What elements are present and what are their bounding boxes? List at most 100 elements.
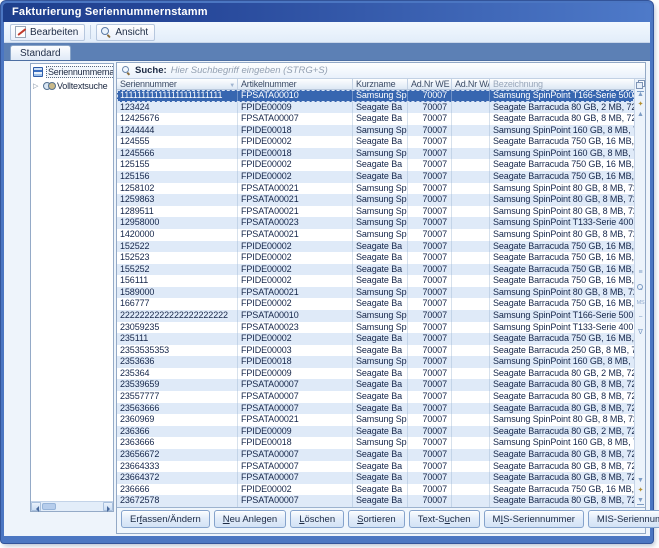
table-row[interactable]: 12958000FPSATA00023Samsung Sp70007Samsun…	[117, 217, 634, 229]
scroll-down-icon[interactable]: ▼	[635, 477, 646, 485]
column-header-bezeichnung[interactable]: Bezeichnung	[490, 79, 634, 89]
sortieren-button[interactable]: Sortieren	[348, 510, 405, 528]
table-cell: Seagate Ba	[353, 333, 408, 345]
list-icon[interactable]: ≡	[635, 269, 646, 277]
table-row[interactable]: 2222222222222222222222FPSATA00010Samsung…	[117, 310, 634, 322]
table-row[interactable]: 23664372FPSATA00007Seagate Ba70007Seagat…	[117, 472, 634, 484]
table-row[interactable]: 111111111111111111111111FPSATA00010Samsu…	[117, 90, 634, 102]
table-row[interactable]: 2353535353FPIDE00003Seagate Ba70007Seaga…	[117, 345, 634, 357]
text-suchen-button[interactable]: Text-Suchen	[409, 510, 480, 528]
neu-anlegen-button[interactable]: Neu Anlegen	[214, 510, 286, 528]
table-row[interactable]: 1258102FPSATA00021Samsung Sp70007Samsung…	[117, 183, 634, 195]
ansicht-menu-button[interactable]: Ansicht	[96, 24, 155, 41]
table-cell: FPIDE00002	[238, 333, 353, 345]
erfassen-aendern-button[interactable]: Erfassen/Ändern	[121, 510, 210, 528]
button-label-part: chen	[450, 514, 471, 525]
table-cell: Seagate Ba	[353, 275, 408, 287]
table-cell: FPSATA00010	[238, 310, 353, 322]
column-header-kurzname[interactable]: Kurzname	[353, 79, 408, 89]
column-header-adnr-we[interactable]: Ad.Nr WE	[408, 79, 452, 89]
table-cell: 70007	[408, 461, 452, 473]
table-row[interactable]: 124555FPIDE00002Seagate Ba70007Seagate B…	[117, 136, 634, 148]
table-row[interactable]: 155252FPIDE00002Seagate Ba70007Seagate B…	[117, 264, 634, 276]
navigation-tree-panel: Seriennummernauswahl ▷ Volltextsuche	[30, 63, 114, 512]
table-cell: 124555	[117, 136, 238, 148]
loeschen-button[interactable]: Löschen	[290, 510, 344, 528]
table-row[interactable]: 1589000FPSATA00021Samsung Sp70007Samsung…	[117, 287, 634, 299]
table-row[interactable]: 2360969FPSATA00021Samsung Sp70007Samsung…	[117, 414, 634, 426]
table-row[interactable]: 2363666FPIDE00018Samsung Sp70007Samsung …	[117, 437, 634, 449]
table-row[interactable]: 2353636FPIDE00018Samsung Sp70007Samsung …	[117, 356, 634, 368]
table-cell: 12958000	[117, 217, 238, 229]
table-cell: Seagate Ba	[353, 449, 408, 461]
table-row[interactable]: 23059235FPSATA00023Samsung Sp70007Samsun…	[117, 322, 634, 334]
table-row[interactable]: 1259863FPSATA00021Samsung Sp70007Samsung…	[117, 194, 634, 206]
mis-seriennummer-button[interactable]: MIS-Seriennummer	[484, 510, 584, 528]
table-row[interactable]: 166777FPIDE00002Seagate Ba70007Seagate B…	[117, 298, 634, 310]
table-row[interactable]: 1289511FPSATA00021Samsung Sp70007Samsung…	[117, 206, 634, 218]
table-row[interactable]: 1245566FPIDE00018Samsung Sp70007Samsung …	[117, 148, 634, 160]
table-row[interactable]: 23539659FPSATA00007Seagate Ba70007Seagat…	[117, 379, 634, 391]
expander-icon[interactable]: ▷	[33, 82, 40, 90]
table-cell: Seagate Barracuda 80 GB, 8 MB, 7200, NC	[490, 113, 634, 125]
table-row[interactable]: 23656672FPSATA00007Seagate Ba70007Seagat…	[117, 449, 634, 461]
ms-icon[interactable]: MS	[635, 299, 646, 307]
table-row[interactable]: 1244444FPIDE00018Samsung Sp70007Samsung …	[117, 125, 634, 137]
table-cell: Seagate Ba	[353, 171, 408, 183]
new-row-star-icon[interactable]: ✦	[635, 101, 646, 109]
table-row[interactable]: 1420000FPSATA00021Samsung Sp70007Samsung…	[117, 229, 634, 241]
bearbeiten-menu-button[interactable]: Bearbeiten	[10, 24, 85, 41]
table-cell: 70007	[408, 113, 452, 125]
table-row[interactable]: 125156FPIDE00002Seagate Ba70007Seagate B…	[117, 171, 634, 183]
table-row[interactable]: 23563666FPSATA00007Seagate Ba70007Seagat…	[117, 403, 634, 415]
table-row[interactable]: 125155FPIDE00002Seagate Ba70007Seagate B…	[117, 159, 634, 171]
search-input[interactable]	[171, 65, 645, 76]
window-titlebar[interactable]: Fakturierung Seriennummernstamm	[3, 3, 651, 22]
table-row[interactable]: 23557777FPSATA00007Seagate Ba70007Seagat…	[117, 391, 634, 403]
table-row[interactable]: 12425676FPSATA00007Seagate Ba70007Seagat…	[117, 113, 634, 125]
scroll-up-icon[interactable]: ▲	[635, 111, 646, 119]
table-cell: FPIDE00009	[238, 426, 353, 438]
table-row[interactable]: 23672578FPSATA00007Seagate Ba70007Seagat…	[117, 495, 634, 507]
scroll-right-icon[interactable]	[103, 502, 113, 511]
tab-standard[interactable]: Standard	[10, 45, 71, 60]
table-row[interactable]: 235111FPIDE00002Seagate Ba70007Seagate B…	[117, 333, 634, 345]
magnifier-icon[interactable]	[635, 284, 646, 292]
table-cell: Seagate Barracuda 750 GB, 16 MB, 7200	[490, 333, 634, 345]
column-chooser-icon[interactable]	[636, 80, 644, 88]
table-row[interactable]: 235364FPIDE00009Seagate Ba70007Seagate B…	[117, 368, 634, 380]
tree-horizontal-scrollbar[interactable]	[31, 501, 113, 511]
column-header-seriennummer[interactable]: Seriennummer ▼	[117, 79, 238, 89]
scroll-top-icon[interactable]: ▲	[635, 91, 646, 99]
table-row[interactable]: 23664333FPSATA00007Seagate Ba70007Seagat…	[117, 461, 634, 473]
grid-scroll-strip[interactable]: ▲ ✦ ▲ ≡ MS − ∇ ▼ ✦ ▼	[634, 79, 645, 507]
table-cell: FPIDE00002	[238, 241, 353, 253]
table-cell: Samsung Sp	[353, 437, 408, 449]
table-cell	[452, 148, 490, 160]
table-row[interactable]: 123424FPIDE00009Seagate Ba70007Seagate B…	[117, 102, 634, 114]
minus-icon[interactable]: −	[635, 314, 646, 322]
scroll-bottom-icon[interactable]: ▼	[635, 497, 646, 505]
table-cell: Samsung SpinPoint 160 GB, 8 MB, 7200	[490, 148, 634, 160]
scroll-left-icon[interactable]	[31, 502, 41, 511]
column-header-adnr-wa[interactable]: Ad.Nr WA	[452, 79, 490, 89]
tree-item-seriennummernauswahl[interactable]: Seriennummernauswahl	[31, 64, 113, 79]
column-header-artikelnummer[interactable]: Artikelnummer	[238, 79, 353, 89]
table-cell: 70007	[408, 333, 452, 345]
filter-icon[interactable]: ∇	[635, 329, 646, 337]
table-cell: Samsung Sp	[353, 287, 408, 299]
table-cell: FPIDE00002	[238, 298, 353, 310]
table-cell: 155252	[117, 264, 238, 276]
scrollbar-thumb[interactable]	[42, 503, 56, 510]
new-row-star-icon[interactable]: ✦	[635, 487, 646, 495]
mis-seriennummernbewegungen-button[interactable]: MIS-Seriennummernbewegungen	[588, 510, 659, 528]
table-row[interactable]: 156111FPIDE00002Seagate Ba70007Seagate B…	[117, 275, 634, 287]
bearbeiten-label: Bearbeiten	[30, 27, 78, 38]
table-row[interactable]: 236366FPIDE00009Seagate Ba70007Seagate B…	[117, 426, 634, 438]
table-row[interactable]: 152522FPIDE00002Seagate Ba70007Seagate B…	[117, 241, 634, 253]
table-cell: 70007	[408, 264, 452, 276]
table-row[interactable]: 152523FPIDE00002Seagate Ba70007Seagate B…	[117, 252, 634, 264]
table-row[interactable]: 236666FPIDE00002Seagate Ba70007Seagate B…	[117, 484, 634, 496]
table-cell: Samsung SpinPoint 80 GB, 8 MB, 7200, S-A	[490, 194, 634, 206]
tree-item-volltextsuche[interactable]: ▷ Volltextsuche	[31, 79, 113, 92]
